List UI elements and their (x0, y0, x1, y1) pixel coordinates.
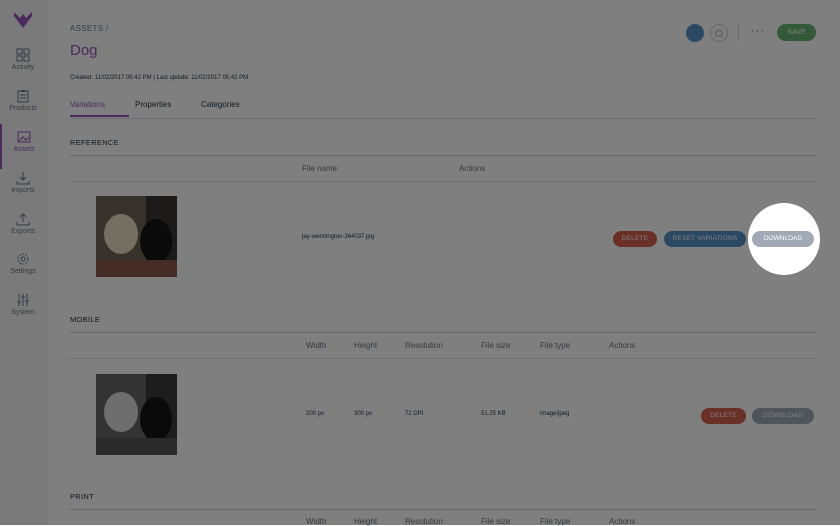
download-icon (16, 172, 30, 185)
header-actions: ··· SAVE (686, 24, 816, 42)
sidebar-item-system[interactable]: System (0, 293, 46, 333)
file-name: jay-wennington-364037.jpg (302, 234, 375, 240)
divider (70, 358, 816, 359)
cell-resolution: 72 DPI (405, 411, 424, 417)
asset-meta: Created: 11/02/2017 05:42 PM | Last upda… (70, 75, 249, 81)
section-title-reference: REFERENCE (70, 138, 119, 147)
activity-icon (16, 48, 30, 62)
reset-variations-button[interactable]: RESET VARIATIONS (664, 231, 746, 247)
sidebar-item-label: Products (9, 105, 37, 112)
sidebar-item-label: Imports (11, 187, 35, 194)
reference-thumbnail[interactable] (96, 196, 177, 277)
column-header-file-type: File type (540, 341, 571, 350)
page-title: Dog (70, 42, 98, 59)
divider (70, 509, 816, 510)
sidebar-item-settings[interactable]: Settings (0, 252, 46, 292)
gear-icon (17, 253, 29, 265)
main-content: ASSETS / Dog Created: 11/02/2017 05:42 P… (70, 0, 816, 526)
cell-width: 200 px (306, 411, 325, 417)
sidebar-item-label: Exports (11, 228, 35, 235)
divider (70, 155, 816, 156)
column-header-resolution: Resolution (405, 341, 443, 350)
upload-icon (16, 213, 30, 226)
mobile-thumbnail[interactable] (96, 374, 177, 455)
logo[interactable] (12, 10, 34, 30)
download-button-highlighted[interactable]: DOWNLOAD (752, 231, 814, 247)
save-button[interactable]: SAVE (777, 24, 816, 41)
column-header-height: Height (354, 341, 378, 350)
section-title-mobile: MOBILE (70, 315, 101, 324)
divider (738, 24, 739, 41)
sidebar-item-products[interactable]: Products (0, 89, 46, 129)
sidebar-item-imports[interactable]: Imports (0, 171, 46, 211)
column-header-actions: Actions (609, 341, 636, 350)
column-header-file-size: File size (481, 341, 511, 350)
sidebar: Activity Products Assets Imports Exports (0, 0, 47, 525)
delete-button[interactable]: DELETE (701, 408, 746, 424)
sidebar-item-label: Settings (10, 268, 36, 275)
divider (70, 332, 816, 333)
sidebar-item-exports[interactable]: Exports (0, 212, 46, 252)
image-icon (17, 131, 31, 143)
active-tab-indicator (70, 115, 129, 117)
tab-categories[interactable]: Categories (201, 100, 240, 109)
sidebar-item-label: Assets (13, 146, 35, 153)
cell-height: 300 px (354, 411, 373, 417)
breadcrumb[interactable]: ASSETS / (70, 24, 108, 33)
sidebar-item-assets[interactable]: Assets (0, 124, 46, 169)
sidebar-item-label: Activity (11, 64, 35, 71)
tab-variations[interactable]: Variations (70, 100, 105, 109)
divider (70, 181, 816, 182)
section-title-print: PRINT (70, 492, 94, 501)
user-avatar[interactable] (686, 24, 704, 42)
tab-bar: Variations Properties Categories (70, 98, 816, 119)
sidebar-item-label: System (11, 309, 35, 316)
more-options-icon[interactable]: ··· (751, 25, 765, 37)
download-button[interactable]: DOWNLOAD (752, 408, 814, 424)
column-header-file-name: File name (302, 164, 338, 173)
cell-file-size: 51.25 KB (481, 411, 506, 417)
delete-button[interactable]: DELETE (613, 231, 657, 247)
clipboard-icon (17, 90, 29, 103)
cell-file-type: image/jpeg (540, 411, 570, 417)
sliders-icon (17, 294, 29, 306)
notification-bell-icon[interactable] (710, 24, 728, 42)
column-header-width: Width (306, 341, 327, 350)
tab-properties[interactable]: Properties (135, 100, 171, 109)
column-header-actions: Actions (459, 164, 486, 173)
sidebar-item-activity[interactable]: Activity (0, 48, 46, 88)
